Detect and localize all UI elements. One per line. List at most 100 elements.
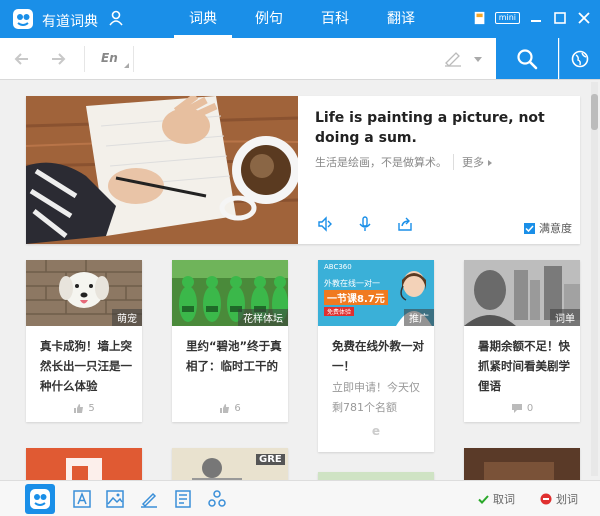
article-card[interactable] [318, 472, 434, 480]
card-title: 真卡成狗！墙上突然长出一只汪是一种什么体验 [40, 339, 132, 393]
ad-marker: e [318, 424, 434, 438]
tab-examples[interactable]: 例句 [236, 0, 302, 38]
tab-dictionary[interactable]: 词典 [170, 0, 236, 38]
card-title: 暑期余额不足！快抓紧时间看美剧学俚语 [478, 339, 570, 393]
youdao-logo-icon [13, 9, 33, 29]
web-search-button[interactable] [559, 38, 600, 79]
image-translate-button[interactable] [104, 488, 126, 510]
satisfaction-label: 满意度 [539, 222, 572, 235]
daily-sentence-image [26, 96, 298, 244]
card-comments: 0 [464, 403, 580, 414]
card-likes: 6 [172, 403, 288, 414]
ad-marker-text: e [371, 424, 381, 438]
tab-encyclopedia[interactable]: 百科 [302, 0, 368, 38]
mini-mode-button[interactable]: mini [494, 12, 520, 24]
search-input[interactable] [138, 46, 438, 72]
card-likes-count: 5 [88, 403, 95, 414]
comment-icon [511, 404, 522, 413]
minimize-icon[interactable] [528, 10, 544, 26]
ad-badge: 免费体验 [324, 307, 355, 316]
share-icon[interactable] [397, 216, 413, 232]
youdao-logo-icon [30, 489, 50, 509]
maximize-icon[interactable] [552, 10, 568, 26]
main-tabs: 词典 例句 百科 翻译 [170, 0, 434, 38]
search-button[interactable] [496, 38, 558, 79]
language-label: En [101, 51, 118, 65]
card-image-athletes: 花样体坛 [172, 260, 288, 326]
language-corner-icon [124, 63, 129, 68]
tab-translate[interactable]: 翻译 [368, 0, 434, 38]
card-tag: 词单 [550, 309, 580, 326]
card-tag: 萌宠 [112, 309, 142, 326]
apps-icon [208, 490, 226, 507]
article-card[interactable]: 词单 暑期余额不足！快抓紧时间看美剧学俚语 0 [464, 260, 580, 422]
stop-icon [540, 493, 552, 505]
card-tag: 推广 [404, 309, 434, 326]
home-button[interactable] [25, 484, 55, 514]
image-a-icon [106, 490, 124, 508]
search-icon [517, 48, 538, 69]
notes-icon[interactable] [473, 11, 487, 25]
text-a-icon [73, 490, 91, 508]
content-area: Life is painting a picture, not doing a … [0, 80, 600, 480]
globe-icon [571, 50, 589, 67]
bottom-toolbar: 取词 划词 [0, 480, 600, 516]
card-title: 里约“碧池”终于真相了：临时工干的 [186, 339, 282, 373]
card-image-city: 词单 [464, 260, 580, 326]
handwriting-button[interactable] [138, 488, 160, 510]
speaker-icon[interactable] [317, 216, 333, 232]
more-link[interactable]: 更多 [453, 154, 492, 170]
card-tag: 花样体坛 [238, 309, 288, 326]
handwriting-icon[interactable] [444, 51, 462, 67]
checkbox-checked-icon [524, 222, 535, 234]
card-image-dark [464, 448, 580, 480]
input-dropdown-icon[interactable] [474, 57, 482, 62]
ad-banner: ABC360 外教在线一对一 一节课8.7元 免费体验 推广 [318, 260, 434, 326]
card-likes: 5 [26, 403, 142, 414]
back-arrow-icon[interactable] [14, 51, 30, 67]
app-title: 有道词典 [42, 14, 98, 30]
pen-icon [141, 492, 157, 508]
courses-button[interactable] [172, 488, 194, 510]
daily-sentence-english: Life is painting a picture, not doing a … [315, 110, 545, 146]
card-image-landscape [318, 472, 434, 480]
window-controls: mini [473, 10, 592, 26]
title-bar: 有道词典 词典 例句 百科 翻译 mini [0, 0, 600, 38]
thumbs-up-icon [220, 404, 230, 413]
ad-card[interactable]: ABC360 外教在线一对一 一节课8.7元 免费体验 推广 免费在线外教一对一… [318, 260, 434, 452]
ad-brand: ABC360 [324, 263, 352, 271]
fetch-word-label: 取词 [493, 493, 515, 506]
card-likes-count: 6 [234, 403, 241, 414]
article-card[interactable]: GRE [172, 448, 288, 480]
scrollbar-track[interactable] [591, 82, 598, 476]
search-bar: En [0, 38, 600, 80]
card-title: 免费在线外教一对一！ [332, 339, 424, 373]
forward-arrow-icon[interactable] [50, 51, 66, 67]
daily-sentence-card[interactable]: Life is painting a picture, not doing a … [26, 96, 580, 244]
card-image-powerpoint [26, 448, 142, 480]
card-subtitle: 立即申请！今天仅剩781个名额 [332, 381, 420, 414]
fetch-word-toggle[interactable]: 取词 [478, 491, 515, 507]
check-icon [478, 494, 489, 504]
close-icon[interactable] [576, 10, 592, 26]
language-select[interactable]: En [84, 46, 134, 72]
satisfaction-checkbox[interactable]: 满意度 [524, 220, 572, 236]
microphone-icon[interactable] [357, 216, 373, 232]
app-center-button[interactable] [206, 488, 228, 510]
scrollbar-thumb[interactable] [591, 94, 598, 130]
daily-sentence-chinese: 生活是绘画，不是做算术。 [315, 156, 447, 169]
article-card[interactable] [26, 448, 142, 480]
user-icon[interactable] [108, 10, 124, 26]
card-comments-count: 0 [526, 403, 534, 414]
article-card[interactable]: 花样体坛 里约“碧池”终于真相了：临时工干的 6 [172, 260, 288, 422]
pick-word-toggle[interactable]: 划词 [540, 491, 578, 507]
card-image-dog: 萌宠 [26, 260, 142, 326]
article-card[interactable]: 萌宠 真卡成狗！墙上突然长出一只汪是一种什么体验 5 [26, 260, 142, 422]
pick-word-label: 划词 [556, 493, 578, 506]
ad-line1: 外教在线一对一 [324, 279, 380, 288]
course-icon [175, 490, 191, 508]
thumbs-up-icon [74, 404, 84, 413]
text-translate-button[interactable] [71, 488, 93, 510]
card-gre-label: GRE [256, 454, 285, 465]
article-card[interactable] [464, 448, 580, 480]
